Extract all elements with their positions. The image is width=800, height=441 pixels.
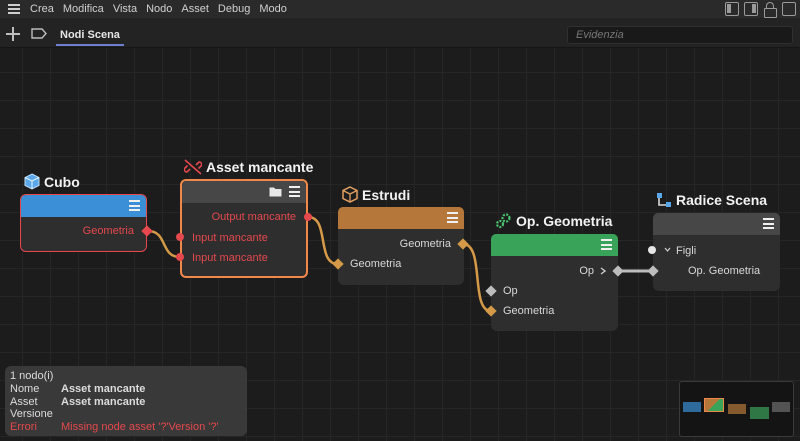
port-handle-asset-in2[interactable] — [176, 253, 184, 261]
node-cubo-label: Cubo — [44, 173, 80, 190]
panel-right-icon[interactable] — [744, 2, 758, 16]
node-estrudi-title: Estrudi — [342, 186, 410, 203]
scene-root-icon — [657, 193, 671, 207]
node-radice-header[interactable] — [653, 213, 780, 235]
menu-modifica[interactable]: Modifica — [61, 0, 111, 18]
port-figli: Figli — [676, 245, 697, 257]
node-menu-icon[interactable] — [289, 186, 300, 197]
minimap-viewport[interactable] — [704, 398, 724, 412]
node-menu-icon[interactable] — [447, 212, 458, 223]
node-asset-mancante[interactable]: Output mancante Input mancante Input man… — [180, 179, 308, 278]
add-icon[interactable] — [6, 27, 20, 41]
port-output-mancante: Output mancante — [211, 211, 296, 223]
node-estrudi-label: Estrudi — [362, 186, 411, 203]
node-asset-label: Asset mancante — [206, 159, 314, 175]
node-op-header[interactable] — [491, 234, 618, 256]
minimap[interactable] — [679, 381, 794, 437]
lock-icon[interactable] — [763, 2, 777, 18]
menu-vista[interactable]: Vista — [111, 0, 144, 18]
port-output-geometria: Geometria — [399, 238, 451, 250]
minimap-node — [728, 404, 746, 414]
chevron-down-icon[interactable] — [664, 247, 671, 252]
port-output-op: Op — [579, 265, 594, 277]
node-cubo-header[interactable] — [21, 195, 146, 217]
gears-icon — [495, 213, 511, 229]
node-menu-icon[interactable] — [129, 200, 140, 211]
menu-nodo[interactable]: Nodo — [144, 0, 179, 18]
info-key: Errori — [10, 421, 37, 434]
menu-crea[interactable]: Crea — [28, 0, 61, 18]
node-estrudi-header[interactable] — [338, 207, 464, 229]
port-input-geometria: Geometria — [350, 258, 402, 270]
folder-icon[interactable] — [269, 186, 282, 197]
search-input[interactable] — [567, 26, 793, 44]
menu-debug[interactable]: Debug — [216, 0, 257, 18]
menu-asset[interactable]: Asset — [179, 0, 216, 18]
node-cubo-title: Cubo — [24, 173, 80, 190]
node-op-geometria[interactable]: Op Op Geometria — [491, 234, 618, 331]
node-op-title: Op. Geometria — [495, 212, 612, 229]
maximize-icon[interactable] — [782, 2, 796, 16]
menu-bar: Crea Modifica Vista Nodo Asset Debug Mod… — [0, 0, 800, 18]
port-input-mancante-1: Input mancante — [192, 232, 268, 244]
info-key: Versione — [10, 408, 53, 421]
node-radice-title: Radice Scena — [656, 192, 767, 208]
cube-icon — [24, 173, 40, 190]
menu-modo[interactable]: Modo — [257, 0, 294, 18]
hamburger-menu-icon[interactable] — [0, 0, 28, 18]
minimap-node — [750, 407, 769, 419]
selection-info-panel: 1 nodo(i) Nome Asset mancante Asset Asse… — [5, 366, 247, 436]
node-menu-icon[interactable] — [763, 218, 774, 229]
node-radice-scena[interactable]: Figli Op. Geometria — [653, 213, 780, 291]
selection-count: 1 nodo(i) — [10, 370, 54, 382]
panel-left-icon[interactable] — [725, 2, 739, 16]
info-row-errori: Errori Missing node asset '?'Version '?' — [10, 421, 242, 434]
minimap-node — [772, 402, 790, 412]
port-child-op-geometria: Op. Geometria — [688, 265, 761, 277]
node-asset-header[interactable] — [182, 181, 306, 203]
tab-nodi-scena[interactable]: Nodi Scena — [56, 27, 124, 46]
port-input-geometria: Geometria — [503, 305, 555, 317]
window-controls — [725, 2, 796, 18]
node-op-label: Op. Geometria — [516, 212, 613, 229]
info-value: Asset mancante — [61, 382, 146, 395]
node-radice-label: Radice Scena — [676, 192, 768, 208]
port-handle-asset-in1[interactable] — [176, 233, 184, 241]
port-output-geometria: Geometria — [82, 225, 134, 237]
toolbar: Nodi Scena — [0, 18, 800, 48]
minimap-node — [683, 402, 701, 412]
port-input-op: Op — [503, 285, 518, 297]
port-handle-asset-out[interactable] — [304, 213, 312, 221]
node-asset-title: Asset mancante — [184, 159, 313, 175]
error-message: Missing node asset '?'Version '?' — [61, 421, 219, 434]
info-key: Asset — [10, 395, 38, 408]
extrude-icon — [342, 186, 358, 203]
broken-link-icon — [184, 159, 202, 175]
node-menu-icon[interactable] — [601, 239, 612, 250]
chevron-right-icon[interactable] — [600, 267, 606, 275]
port-input-mancante-2: Input mancante — [192, 252, 268, 264]
info-row-asset: Asset Asset mancante — [10, 396, 242, 409]
node-cubo[interactable]: Geometria — [20, 194, 147, 252]
tag-icon[interactable] — [31, 28, 47, 39]
info-row-nome: Nome Asset mancante — [10, 383, 242, 396]
port-handle-figli[interactable] — [648, 246, 656, 254]
node-estrudi[interactable]: Geometria Geometria — [338, 207, 464, 285]
info-value: Asset mancante — [61, 395, 146, 408]
info-key: Nome — [10, 382, 40, 395]
info-row-versione: Versione — [10, 408, 242, 421]
